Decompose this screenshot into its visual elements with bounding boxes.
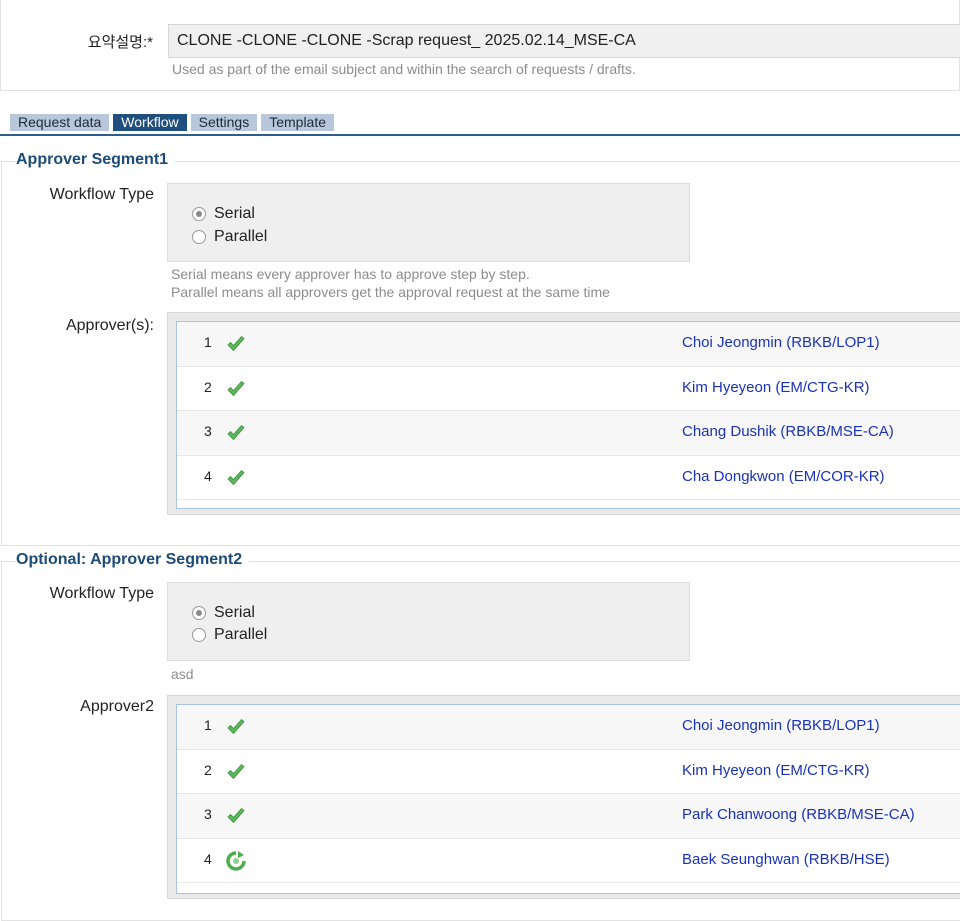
segment1-title: Approver Segment1: [16, 151, 175, 169]
approver-name-link[interactable]: Park Chanwoong (RBKB/MSE-CA): [682, 806, 915, 823]
check-icon: [227, 380, 245, 396]
segment1-parallel-label: Parallel: [214, 228, 268, 245]
check-icon: [227, 763, 245, 779]
segment1-serial-label: Serial: [214, 205, 255, 222]
approver-name-link[interactable]: Choi Jeongmin (RBKB/LOP1): [682, 334, 880, 351]
approver-name-link[interactable]: Kim Hyeyeon (EM/CTG-KR): [682, 379, 870, 396]
tab-bar: Request data Workflow Settings Template: [10, 114, 335, 131]
segment1-serial-radio[interactable]: [192, 207, 206, 221]
approver-name-link[interactable]: Choi Jeongmin (RBKB/LOP1): [682, 717, 880, 734]
segment2-parallel-radio[interactable]: [192, 628, 206, 642]
segment1-approvers-label: Approver(s):: [65, 317, 154, 334]
segment2-approvers-label: Approver2: [80, 698, 154, 715]
approver-row[interactable]: 3 Park Chanwoong (RBKB/MSE-CA): [177, 794, 960, 839]
segment1-hint-parallel: Parallel means all approvers get the app…: [171, 284, 610, 300]
segment2-approver-list: 1 Choi Jeongmin (RBKB/LOP1) 2 Kim Hyeyeo…: [167, 695, 960, 899]
segment1-parallel-radio[interactable]: [192, 230, 206, 244]
tab-settings[interactable]: Settings: [190, 114, 258, 131]
approver-step-number: 4: [204, 467, 212, 484]
check-icon: [227, 718, 245, 735]
segment2-hint: asd: [171, 666, 194, 682]
summary-label: 요약설명:*: [87, 34, 153, 51]
approver-step-number: 3: [204, 806, 212, 822]
tab-request-data[interactable]: Request data: [10, 114, 110, 131]
tab-divider: [0, 134, 960, 136]
segment2-serial-radio[interactable]: [192, 606, 206, 620]
check-icon: [227, 807, 245, 824]
segment2-workflow-type-label: Workflow Type: [49, 585, 154, 602]
approver-row[interactable]: 2 Kim Hyeyeon (EM/CTG-KR): [177, 750, 960, 794]
approver-row[interactable]: 4 Baek Seunghwan (RBKB/HSE): [177, 839, 960, 883]
summary-input[interactable]: [168, 24, 960, 58]
approver-name-link[interactable]: Kim Hyeyeon (EM/CTG-KR): [682, 762, 870, 779]
segment2-serial-label: Serial: [214, 604, 255, 621]
segment2-parallel-option[interactable]: Parallel: [192, 626, 267, 644]
approver-step-number: 2: [204, 761, 212, 778]
segment1-workflow-type-label: Workflow Type: [49, 186, 154, 203]
approver-name-link[interactable]: Baek Seunghwan (RBKB/HSE): [682, 851, 890, 868]
approver-row[interactable]: 4 Cha Dongkwon (EM/COR-KR): [177, 456, 960, 500]
tab-workflow[interactable]: Workflow: [113, 114, 187, 131]
segment2-title: Optional: Approver Segment2: [16, 551, 249, 569]
segment2-workflow-type-options: Serial Parallel: [167, 582, 690, 661]
approver-row[interactable]: 1 Choi Jeongmin (RBKB/LOP1): [177, 322, 960, 367]
segment1-workflow-type-options: Serial Parallel: [167, 183, 690, 262]
approver-row[interactable]: 1 Choi Jeongmin (RBKB/LOP1): [177, 705, 960, 750]
approver-row[interactable]: 2 Kim Hyeyeon (EM/CTG-KR): [177, 367, 960, 411]
approver-step-number: 1: [204, 334, 212, 350]
check-icon: [227, 335, 245, 352]
segment1-approver-table: 1 Choi Jeongmin (RBKB/LOP1) 2 Kim Hyeyeo…: [176, 321, 960, 509]
check-icon: [227, 469, 245, 485]
approver-name-link[interactable]: Cha Dongkwon (EM/COR-KR): [682, 468, 885, 485]
approver-name-link[interactable]: Chang Dushik (RBKB/MSE-CA): [682, 423, 894, 440]
check-icon: [227, 424, 245, 441]
pending-icon: [226, 850, 246, 871]
summary-hint: Used as part of the email subject and wi…: [172, 61, 636, 77]
segment1-serial-option[interactable]: Serial: [192, 205, 255, 223]
approver-step-number: 1: [204, 717, 212, 733]
approver-step-number: 2: [204, 378, 212, 395]
approver-step-number: 3: [204, 423, 212, 439]
approver-row[interactable]: 3 Chang Dushik (RBKB/MSE-CA): [177, 411, 960, 456]
segment1-approver-list: 1 Choi Jeongmin (RBKB/LOP1) 2 Kim Hyeyeo…: [167, 312, 960, 515]
segment2-approver-table: 1 Choi Jeongmin (RBKB/LOP1) 2 Kim Hyeyeo…: [176, 704, 960, 894]
tab-template[interactable]: Template: [261, 114, 335, 131]
segment2-serial-option[interactable]: Serial: [192, 604, 255, 622]
segment2-parallel-label: Parallel: [214, 626, 268, 643]
summary-section: 요약설명:* Used as part of the email subject…: [0, 0, 960, 91]
approver-step-number: 4: [204, 850, 212, 867]
segment1-hint-serial: Serial means every approver has to appro…: [171, 266, 530, 282]
segment1-parallel-option[interactable]: Parallel: [192, 228, 267, 246]
